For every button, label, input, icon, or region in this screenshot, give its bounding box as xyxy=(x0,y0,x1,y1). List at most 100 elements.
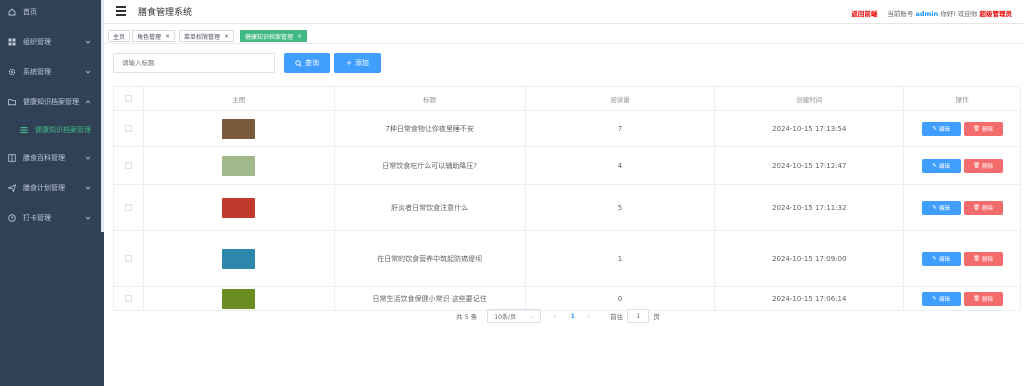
chevron-down-icon xyxy=(85,156,91,160)
row-created: 2024-10-15 17:13:54 xyxy=(715,111,905,146)
row-checkbox[interactable] xyxy=(124,125,132,132)
gear-icon xyxy=(8,68,16,76)
next-page-icon[interactable]: › xyxy=(587,312,590,321)
row-thumbnail xyxy=(222,288,256,309)
sidebar-item-label: 系统管理 xyxy=(23,68,51,76)
edit-button[interactable]: ✎ 编辑 xyxy=(921,200,961,215)
close-icon[interactable]: × xyxy=(297,33,302,40)
sidebar-subitem-health-knowledge[interactable]: 健康知识档案管理 xyxy=(0,120,101,140)
sidebar-item-health-knowledge[interactable]: 健康知识档案管理 xyxy=(0,92,101,112)
row-thumbnail xyxy=(222,248,256,269)
hamburger-menu-icon[interactable] xyxy=(116,6,126,16)
account-greeting: 你好! 欢迎你 xyxy=(940,10,978,18)
sidebar-item-diet-encyclopedia[interactable]: 膳食百科管理 xyxy=(0,148,101,168)
chevron-down-icon: ⌄ xyxy=(530,313,536,320)
table-row: 在日常的饮食营养中筑起防癌堤坝 1 2024-10-15 17:09:00 ✎ 编辑 🗑 删… xyxy=(114,231,1022,287)
data-table: 主图 标题 阅读量 创建时间 操作 7种日常食物让你夜里睡不安 7 2024-10-… xyxy=(113,86,1022,311)
delete-button-label: 删除 xyxy=(982,126,994,133)
tag-menu-permissions[interactable]: 菜单权限管理 × xyxy=(179,30,235,42)
delete-button[interactable]: 🗑 删除 xyxy=(963,158,1003,173)
tag-health-knowledge[interactable]: 健康知识档案管理 × xyxy=(240,30,308,42)
sidebar: 首页 组织管理 系统管理 健康知识档案管理 健康知识档案管理 膳食百科管理 膳食… xyxy=(0,0,104,386)
row-views: 4 xyxy=(526,147,716,184)
sidebar-item-home[interactable]: 首页 xyxy=(0,2,101,22)
header-right: 返回前端 当前账号 admin 你好! 欢迎你 超级管理员 xyxy=(851,8,1012,18)
edit-button-label: 编辑 xyxy=(938,205,950,212)
edit-icon: ✎ xyxy=(932,295,937,302)
search-input[interactable] xyxy=(113,53,275,73)
tags-view: 主页 角色管理 × 菜单权限管理 × 健康知识档案管理 × xyxy=(104,26,1024,44)
edit-button-label: 编辑 xyxy=(938,163,950,170)
row-views: 1 xyxy=(526,231,716,286)
delete-button-label: 删除 xyxy=(982,163,994,170)
delete-button[interactable]: 🗑 删除 xyxy=(963,251,1003,266)
row-views: 0 xyxy=(526,287,716,310)
column-header: 操作 xyxy=(904,87,1022,110)
page-size-value: 10条/页 xyxy=(494,313,516,321)
tag-label: 主页 xyxy=(113,33,126,41)
pagination-total: 共 5 条 xyxy=(456,313,478,321)
close-icon[interactable]: × xyxy=(224,33,229,40)
chevron-down-icon xyxy=(85,40,91,44)
edit-button-label: 编辑 xyxy=(938,296,950,303)
row-checkbox[interactable] xyxy=(124,162,132,169)
query-button-label: 查询 xyxy=(305,59,319,67)
edit-button-label: 编辑 xyxy=(938,126,950,133)
trash-icon: 🗑 xyxy=(973,295,981,302)
column-header: 创建时间 xyxy=(715,87,905,110)
sidebar-item-checkin[interactable]: 打卡管理 xyxy=(0,208,101,228)
home-icon xyxy=(8,8,16,16)
tag-label: 健康知识档案管理 xyxy=(245,33,294,41)
edit-button[interactable]: ✎ 编辑 xyxy=(921,291,961,306)
row-title: 肝炎者日常饮食注意什么 xyxy=(335,185,526,230)
sidebar-item-system[interactable]: 系统管理 xyxy=(0,62,101,82)
sidebar-item-label: 健康知识档案管理 xyxy=(35,126,91,134)
tag-roles[interactable]: 角色管理 × xyxy=(132,30,176,42)
edit-button[interactable]: ✎ 编辑 xyxy=(921,121,961,136)
edit-icon: ✎ xyxy=(932,162,937,169)
sidebar-item-label: 组织管理 xyxy=(23,38,51,46)
app-title: 膳食管理系统 xyxy=(138,8,193,18)
page-size-select[interactable]: 10条/页 ⌄ xyxy=(487,309,542,323)
sidebar-item-diet-plan[interactable]: 膳食计划管理 xyxy=(0,178,101,198)
sidebar-item-org[interactable]: 组织管理 xyxy=(0,32,101,52)
edit-button[interactable]: ✎ 编辑 xyxy=(921,251,961,266)
goto-unit: 页 xyxy=(653,313,660,321)
row-views: 7 xyxy=(526,111,716,146)
row-checkbox[interactable] xyxy=(124,204,132,211)
goto-page-input[interactable] xyxy=(627,309,650,323)
column-header: 主图 xyxy=(144,87,335,110)
table-row: 日常生活饮食保健小常识 这些要记住 0 2024-10-15 17:06:14 ✎ 编辑… xyxy=(114,287,1022,311)
row-created: 2024-10-15 17:09:00 xyxy=(715,231,905,286)
trash-icon: 🗑 xyxy=(973,125,981,132)
close-icon[interactable]: × xyxy=(165,33,170,40)
tag-home[interactable]: 主页 xyxy=(108,30,131,42)
query-button[interactable]: 查询 xyxy=(284,53,330,73)
row-created: 2024-10-15 17:11:32 xyxy=(715,185,905,230)
select-all-checkbox[interactable] xyxy=(124,95,132,102)
delete-button[interactable]: 🗑 删除 xyxy=(963,121,1003,136)
prev-page-icon[interactable]: ‹ xyxy=(553,312,556,321)
list-icon xyxy=(20,126,28,134)
table-row: 日常饮食吃什么可以辅助降压? 4 2024-10-15 17:12:47 ✎ 编辑 🗑 删除 xyxy=(114,147,1022,185)
row-title: 在日常的饮食营养中筑起防癌堤坝 xyxy=(335,231,526,286)
table-row: 7种日常食物让你夜里睡不安 7 2024-10-15 17:13:54 ✎ 编辑 🗑 删除 xyxy=(114,111,1022,147)
page-number-current[interactable]: 1 xyxy=(570,312,575,320)
chevron-down-icon xyxy=(85,186,91,190)
back-to-frontend-link[interactable]: 返回前端 xyxy=(851,8,877,18)
chevron-down-icon xyxy=(85,216,91,220)
trash-icon: 🗑 xyxy=(973,204,981,211)
row-thumbnail xyxy=(222,197,256,218)
delete-button[interactable]: 🗑 删除 xyxy=(963,200,1003,215)
send-icon xyxy=(8,184,16,192)
delete-button[interactable]: 🗑 删除 xyxy=(963,291,1003,306)
pagination: 共 5 条 10条/页 ⌄ ‹ 1 › 前往 页 xyxy=(456,309,660,323)
add-button[interactable]: + 添加 xyxy=(334,53,381,73)
tag-label: 菜单权限管理 xyxy=(184,33,221,41)
edit-button[interactable]: ✎ 编辑 xyxy=(921,158,961,173)
edit-icon: ✎ xyxy=(932,204,937,211)
trash-icon: 🗑 xyxy=(973,255,981,262)
row-checkbox[interactable] xyxy=(124,255,132,262)
edit-icon: ✎ xyxy=(932,255,937,262)
row-checkbox[interactable] xyxy=(124,295,132,302)
